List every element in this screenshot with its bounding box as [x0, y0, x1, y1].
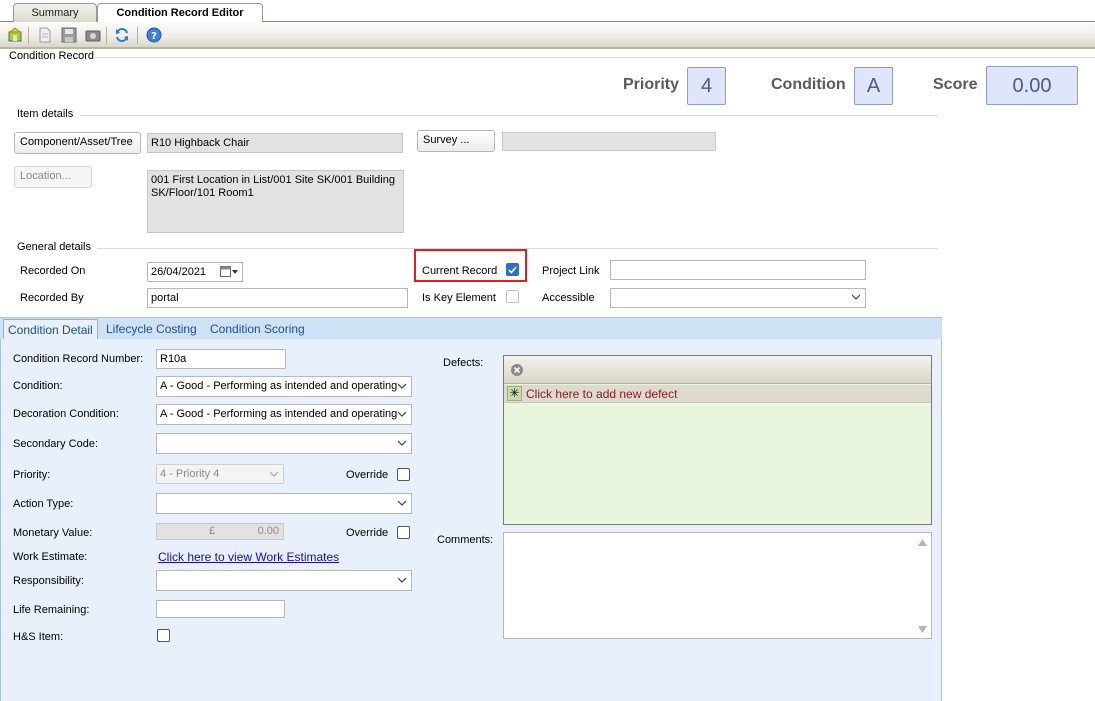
comments-scrollbar[interactable] — [914, 533, 931, 638]
decoration-condition-select[interactable]: A - Good - Performing as intended and op… — [156, 404, 412, 425]
secondary-code-label: Secondary Code: — [13, 438, 98, 450]
accessible-select[interactable] — [610, 288, 866, 308]
responsibility-label: Responsibility: — [13, 575, 84, 587]
add-new-defect-row[interactable]: ✳ Click here to add new defect — [504, 385, 931, 403]
toolbar: ? — [0, 22, 1095, 49]
secondary-code-select[interactable] — [156, 433, 412, 454]
recorded-by-field[interactable]: portal — [147, 288, 408, 308]
record-number-field[interactable]: R10a — [156, 349, 286, 369]
help-icon[interactable]: ? — [146, 27, 162, 43]
monetary-override-label: Override — [346, 527, 389, 539]
divider — [80, 115, 938, 116]
is-key-element-checkbox[interactable] — [506, 290, 519, 303]
chevron-down-icon — [398, 500, 406, 506]
comments-label: Comments: — [437, 534, 494, 546]
chevron-down-icon — [398, 577, 406, 583]
condition-select-value: A - Good - Performing as intended and op… — [160, 380, 398, 392]
hs-item-label: H&S Item: — [13, 631, 64, 643]
defects-grid-header — [504, 356, 931, 384]
priority-select-value: 4 - Priority 4 — [160, 468, 220, 480]
monetary-value-field[interactable]: £ 0.00 — [156, 523, 284, 540]
section-title-condition-record: Condition Record — [9, 50, 94, 62]
asterisk-icon: ✳ — [507, 386, 522, 401]
document-tab-strip: Summary Condition Record Editor — [0, 0, 1095, 23]
divider — [95, 57, 1095, 58]
priority-field-label: Priority: — [13, 469, 51, 481]
survey-field — [502, 132, 716, 151]
tab-condition-detail[interactable]: Condition Detail — [3, 319, 98, 341]
condition-value-box: A — [854, 67, 893, 105]
chevron-down-icon — [270, 471, 278, 477]
recorded-by-label: Recorded By — [20, 292, 84, 304]
location-field: 001 First Location in List/001 Site SK/0… — [147, 170, 404, 233]
project-link-label: Project Link — [542, 265, 600, 277]
record-number-label: Condition Record Number: — [13, 353, 144, 365]
monetary-override-checkbox[interactable] — [397, 526, 410, 539]
tab-summary[interactable]: Summary — [13, 3, 97, 22]
monetary-value: 0.00 — [257, 525, 279, 537]
document-icon[interactable] — [37, 27, 53, 43]
survey-button[interactable]: Survey ... — [417, 130, 495, 152]
action-type-select[interactable] — [156, 493, 412, 514]
section-title-general-details: General details — [17, 241, 91, 253]
project-link-field[interactable] — [610, 260, 866, 280]
monetary-value-label: Monetary Value: — [13, 527, 93, 539]
save-icon[interactable] — [61, 27, 77, 43]
defects-label: Defects: — [443, 357, 484, 369]
priority-select[interactable]: 4 - Priority 4 — [156, 464, 284, 484]
accessible-label: Accessible — [542, 292, 595, 304]
priority-label: Priority — [623, 76, 680, 93]
hs-item-checkbox[interactable] — [157, 629, 170, 642]
recorded-on-label: Recorded On — [20, 265, 86, 277]
work-estimate-label: Work Estimate: — [13, 551, 88, 563]
tab-lifecycle-costing[interactable]: Lifecycle Costing — [106, 322, 197, 336]
new-record-icon[interactable] — [7, 27, 23, 43]
svg-text:?: ? — [151, 31, 157, 42]
current-record-label: Current Record — [422, 265, 498, 277]
priority-override-label: Override — [346, 469, 389, 481]
recorded-on-value: 26/04/2021 — [151, 266, 207, 278]
is-key-element-label: Is Key Element — [422, 292, 496, 304]
life-remaining-label: Life Remaining: — [13, 604, 90, 616]
condition-label: Condition — [771, 76, 846, 93]
tab-condition-scoring[interactable]: Condition Scoring — [210, 322, 305, 336]
refresh-icon[interactable] — [114, 27, 130, 43]
calendar-icon[interactable] — [220, 266, 238, 281]
tab-condition-record-editor[interactable]: Condition Record Editor — [97, 3, 263, 23]
recorded-on-date-picker[interactable]: 26/04/2021 — [147, 262, 243, 282]
comments-textarea[interactable] — [503, 532, 932, 639]
score-label: Score — [933, 76, 978, 93]
add-new-defect-text[interactable]: Click here to add new defect — [526, 387, 677, 401]
condition-field-label: Condition: — [13, 380, 63, 392]
toolbar-separator — [137, 27, 138, 44]
condition-select[interactable]: A - Good - Performing as intended and op… — [156, 376, 412, 397]
currency-symbol: £ — [209, 525, 216, 537]
decoration-condition-value: A - Good - Performing as intended and op… — [160, 408, 398, 420]
work-estimates-link[interactable]: Click here to view Work Estimates — [158, 550, 339, 564]
action-type-label: Action Type: — [13, 498, 74, 510]
chevron-down-icon — [398, 411, 406, 417]
life-remaining-field[interactable] — [156, 600, 285, 618]
section-title-item-details: Item details — [17, 108, 74, 120]
responsibility-select[interactable] — [156, 570, 412, 591]
decoration-condition-label: Decoration Condition: — [13, 408, 119, 420]
camera-icon[interactable] — [85, 27, 101, 43]
scroll-down-icon[interactable] — [918, 626, 927, 633]
priority-override-checkbox[interactable] — [397, 468, 410, 481]
scroll-up-icon[interactable] — [918, 539, 927, 546]
component-field: R10 Highback Chair — [147, 133, 403, 153]
priority-value-box: 4 — [687, 67, 726, 105]
chevron-down-icon — [852, 294, 860, 300]
score-value-box: 0.00 — [986, 66, 1078, 105]
toolbar-separator — [106, 27, 107, 44]
defects-grid: ✳ Click here to add new defect — [503, 355, 932, 525]
chevron-down-icon — [398, 440, 406, 446]
component-asset-tree-button[interactable]: Component/Asset/Tree — [14, 132, 141, 154]
sub-tab-strip: Condition Detail Lifecycle Costing Condi… — [0, 317, 942, 341]
delete-defect-icon[interactable] — [510, 363, 524, 380]
toolbar-separator — [28, 27, 29, 44]
chevron-down-icon — [398, 383, 406, 389]
location-button[interactable]: Location... — [14, 166, 92, 188]
current-record-checkbox[interactable] — [506, 263, 519, 276]
